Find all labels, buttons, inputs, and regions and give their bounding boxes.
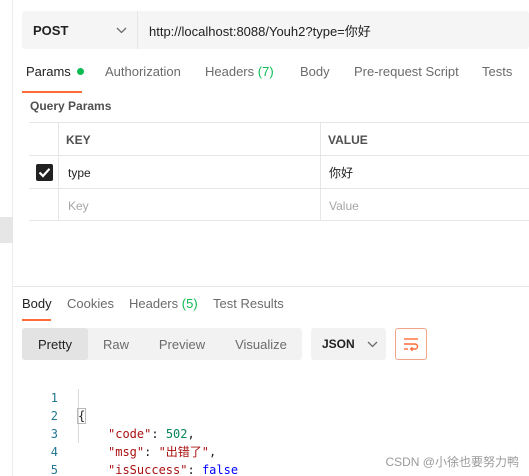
tab-response-headers-label: Headers [129,296,179,311]
table-row: type 你好 [29,155,529,188]
open-brace: { [76,408,87,424]
line-number: 5 [50,463,58,476]
new-value-input[interactable]: Value [329,189,359,222]
table-header-row: KEY VALUE [29,122,529,155]
request-bar: POST http://localhost:8088/Youh2?type=你好 [22,11,529,49]
tab-headers[interactable]: Headers (7) [205,64,274,79]
request-response-divider[interactable] [13,286,529,287]
format-select-label: JSON [322,337,355,351]
tab-response-body-underline [22,319,51,321]
column-divider [320,122,321,221]
check-icon [38,168,51,178]
param-value-cell[interactable]: 你好 [329,156,353,189]
tab-response-headers[interactable]: Headers (5) [129,296,198,311]
tab-pre-request-script[interactable]: Pre-request Script [354,64,459,79]
param-enabled-checkbox[interactable] [36,164,53,181]
view-pretty-button[interactable]: Pretty [22,328,88,360]
chevron-down-icon [115,24,127,36]
url-input[interactable]: http://localhost:8088/Youh2?type=你好 [138,21,371,40]
tab-authorization[interactable]: Authorization [105,64,181,79]
tab-params-underline [22,91,82,93]
tab-body[interactable]: Body [300,64,330,79]
json-value: 502 [165,427,188,441]
json-key: "isSuccess" [108,463,188,476]
tab-pre-request-label: Pre-request Script [354,64,459,79]
tab-test-results-label: Test Results [213,296,284,311]
code-line: 2 "code": 502, [30,389,195,441]
tab-authorization-label: Authorization [105,64,181,79]
tab-tests-label: Tests [482,64,513,79]
json-key: "code" [108,427,152,441]
table-row-empty: Key Value [29,188,529,221]
view-visualize-button[interactable]: Visualize [220,328,302,360]
key-column-header: KEY [66,132,91,147]
code-line: 3 "msg": "出错了", [30,407,217,459]
new-key-input[interactable]: Key [68,189,89,222]
watermark: CSDN @小徐也要努力鸭 [385,455,519,469]
code-line: 5 } [30,443,59,476]
tab-headers-label: Headers [205,64,255,79]
view-raw-button[interactable]: Raw [88,328,144,360]
tab-headers-count: (7) [257,64,274,79]
wrap-lines-button[interactable] [395,328,427,360]
wrap-lines-icon [404,338,419,351]
view-preview-button[interactable]: Preview [144,328,220,360]
code-line: 4 "isSuccess": false [30,425,238,476]
tab-response-headers-count: (5) [181,296,198,311]
tab-body-label: Body [300,64,330,79]
tab-response-body[interactable]: Body [22,296,52,311]
json-value: "出错了" [158,445,210,459]
tab-response-body-label: Body [22,296,52,311]
chevron-down-icon [367,338,379,350]
params-active-dot [76,68,84,75]
query-params-table: KEY VALUE type 你好 Key Value [29,122,529,221]
column-divider [58,122,59,221]
tab-params[interactable]: Params [26,64,84,79]
method-select[interactable]: POST [22,11,138,49]
method-label: POST [33,22,69,38]
param-key-cell[interactable]: type [68,156,91,189]
code-line: 1 { [30,371,87,424]
tab-tests[interactable]: Tests [482,64,512,79]
query-params-title: Query Params [30,99,112,113]
view-mode-bar: Pretty Raw Preview Visualize [22,328,302,360]
json-value: false [201,463,239,476]
tab-test-results[interactable]: Test Results [213,296,284,311]
json-key: "msg" [108,445,145,459]
format-select[interactable]: JSON [311,328,386,360]
sidebar-selection-shade [0,217,13,243]
tab-cookies-label: Cookies [67,296,114,311]
tab-cookies[interactable]: Cookies [67,296,114,311]
value-column-header: VALUE [328,132,368,147]
tab-params-label: Params [26,64,71,79]
left-sidebar-edge [0,0,13,476]
